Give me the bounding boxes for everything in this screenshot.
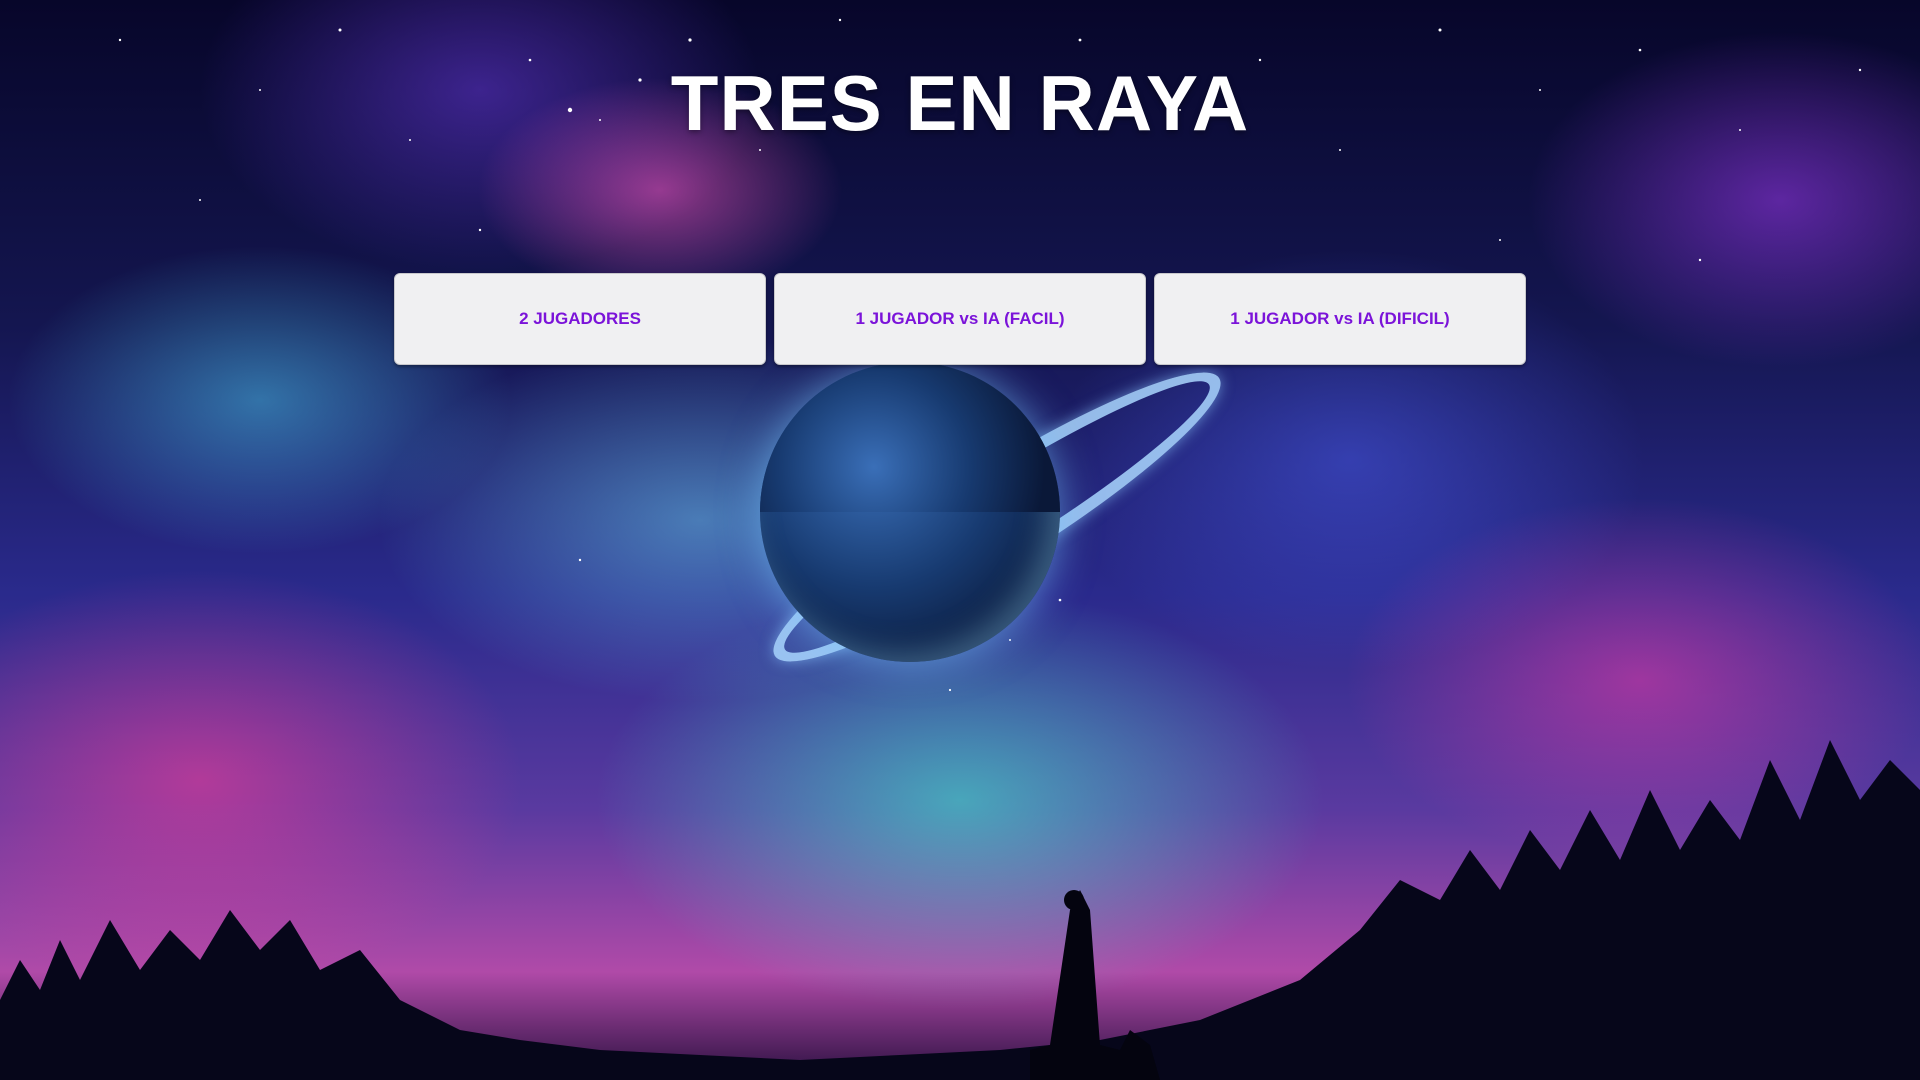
vs-ai-easy-button[interactable]: 1 JUGADOR vs IA (FACIL) xyxy=(774,273,1146,365)
two-players-button[interactable]: 2 JUGADORES xyxy=(394,273,766,365)
vs-ai-hard-button[interactable]: 1 JUGADOR vs IA (DIFICIL) xyxy=(1154,273,1526,365)
page-title: TRES EN RAYA xyxy=(670,59,1250,147)
background-image xyxy=(0,0,1920,1080)
game-mode-menu: 2 JUGADORES 1 JUGADOR vs IA (FACIL) 1 JU… xyxy=(394,273,1528,365)
forest-silhouette xyxy=(0,740,1920,1080)
